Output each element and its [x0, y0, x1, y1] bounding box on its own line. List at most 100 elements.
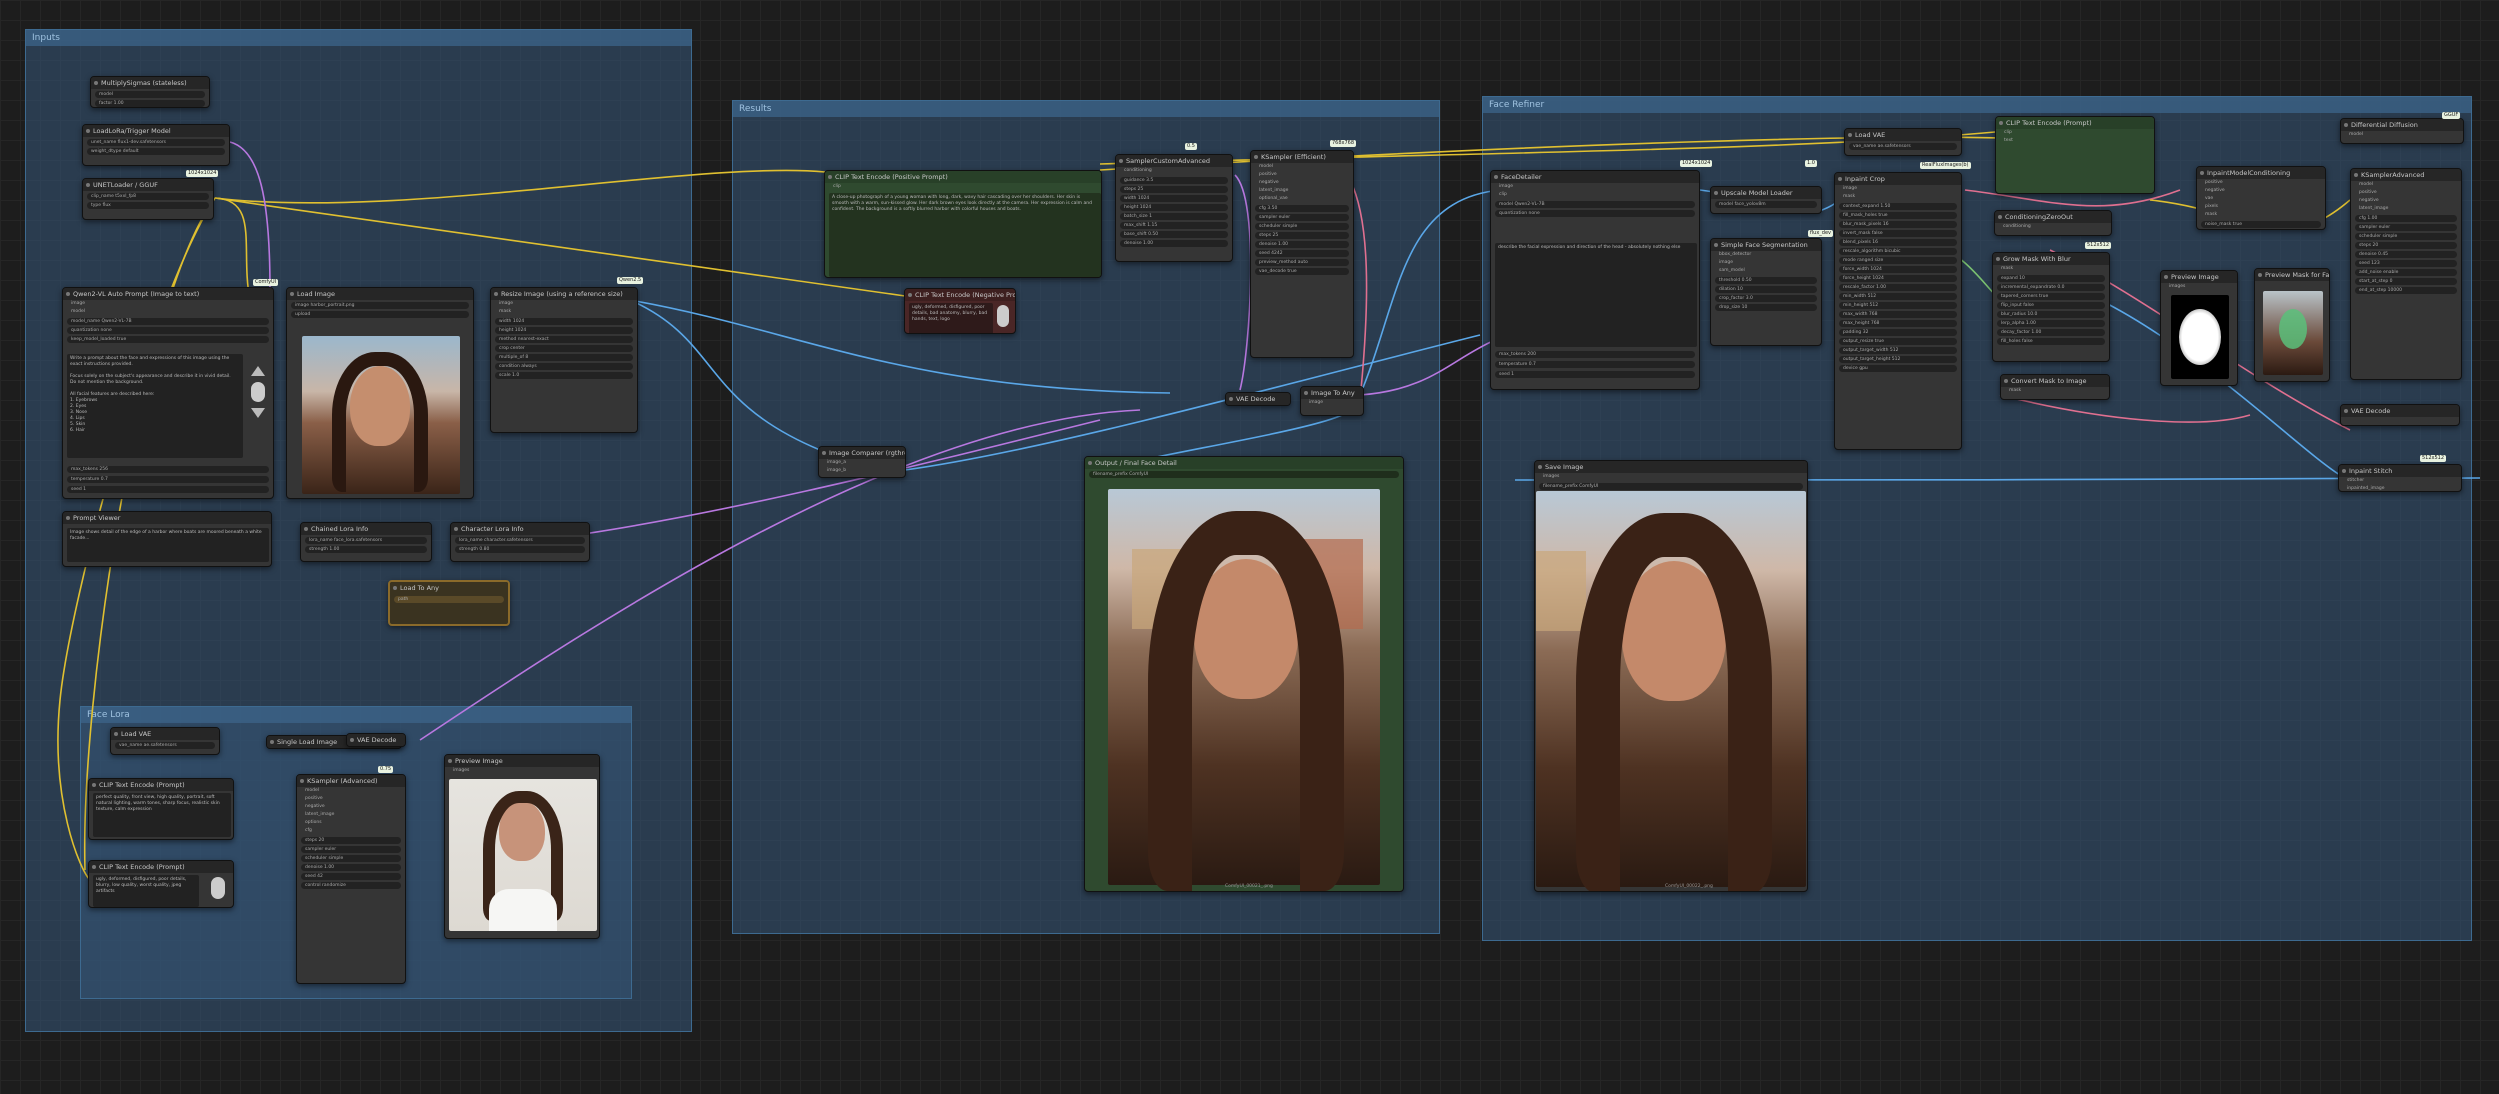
node-resize-image[interactable]: Resize Image (using a reference size) im… — [490, 287, 638, 433]
node-image-comparer[interactable]: Image Comparer (rgthree) image_a image_b — [818, 446, 906, 478]
widget[interactable]: strength 0.80 — [455, 546, 585, 553]
node-title[interactable]: MultiplySigmas (stateless) — [91, 77, 209, 89]
widget[interactable]: height 1024 — [1120, 204, 1228, 211]
widget[interactable]: device gpu — [1839, 365, 1957, 372]
widget[interactable]: base_shift 0.50 — [1120, 231, 1228, 238]
widget[interactable]: denoise 1.00 — [1120, 240, 1228, 247]
widget[interactable]: factor 1.00 — [95, 100, 205, 107]
node-title[interactable]: Chained Lora Info — [301, 523, 431, 535]
widget[interactable]: noise_mask true — [2201, 221, 2321, 228]
widget[interactable]: add_noise enable — [2355, 269, 2457, 276]
node-load-vae[interactable]: Load VAE vae_name ae.safetensors — [110, 727, 220, 755]
widget[interactable]: max_height 768 — [1839, 320, 1957, 327]
socket[interactable]: image_b — [819, 467, 905, 475]
widget[interactable]: model face_yolov8m — [1715, 201, 1817, 208]
widget[interactable]: seed 1 — [1495, 371, 1695, 378]
node-sampler-custom[interactable]: SamplerCustomAdvanced conditioning guida… — [1115, 154, 1233, 262]
node-clip-neg-small[interactable]: CLIP Text Encode (Prompt) ugly, deformed… — [88, 860, 234, 908]
node-title[interactable]: Character Lora Info — [451, 523, 589, 535]
node-title[interactable]: Resize Image (using a reference size) — [491, 288, 637, 300]
node-vae-decode[interactable]: VAE Decode — [1225, 392, 1291, 406]
socket[interactable]: positive — [1251, 171, 1353, 179]
socket[interactable]: images — [2161, 283, 2237, 291]
widget[interactable]: denoise 1.00 — [1255, 241, 1349, 248]
widget[interactable]: blend_pixels 16 — [1839, 239, 1957, 246]
node-upscale-model[interactable]: Upscale Model Loader model face_yolov8m — [1710, 186, 1822, 214]
socket[interactable]: mask — [1835, 193, 1961, 201]
widget[interactable]: scheduler simple — [2355, 233, 2457, 240]
widget[interactable]: scheduler simple — [301, 855, 401, 862]
widget[interactable]: lora_name face_lora.safetensors — [305, 537, 427, 544]
widget[interactable]: weight_dtype default — [87, 148, 225, 155]
node-inpaint-crop[interactable]: Inpaint Crop image mask context_expand 1… — [1834, 172, 1962, 450]
node-title[interactable]: Simple Face Segmentation — [1711, 239, 1821, 251]
socket[interactable]: image — [63, 300, 273, 308]
node-title[interactable]: FaceDetailer — [1491, 171, 1699, 183]
widget[interactable]: output_resize true — [1839, 338, 1957, 345]
socket[interactable]: text — [1996, 137, 2154, 145]
node-title[interactable]: CLIP Text Encode (Positive Prompt) — [825, 171, 1101, 183]
node-title[interactable]: Load To Any — [390, 582, 508, 594]
node-unet-loader[interactable]: UNETLoader / GGUF clip_name t5xxl_fp8 ty… — [82, 178, 214, 220]
widget[interactable]: method nearest-exact — [495, 336, 633, 343]
widget[interactable]: height 1024 — [495, 327, 633, 334]
node-title[interactable]: VAE Decode — [2341, 405, 2459, 417]
node-load-image[interactable]: Load Image image harbor_portrait.png upl… — [286, 287, 474, 499]
widget[interactable]: blur_mask_pixels 16 — [1839, 221, 1957, 228]
socket[interactable]: bbox_detector — [1711, 251, 1821, 259]
socket[interactable]: cfg — [297, 827, 405, 835]
widget[interactable]: steps 25 — [1255, 232, 1349, 239]
node-preview-face[interactable]: Preview Mask for Face — [2254, 268, 2330, 382]
widget[interactable]: max_width 768 — [1839, 311, 1957, 318]
node-prompt-viewer[interactable]: Prompt Viewer Image shows detail of the … — [62, 511, 272, 567]
node-title[interactable]: UNETLoader / GGUF — [83, 179, 213, 191]
node-preview-mask[interactable]: Preview Image images — [2160, 270, 2238, 386]
widget[interactable]: crop center — [495, 345, 633, 352]
widget[interactable]: output_target_width 512 — [1839, 347, 1957, 354]
socket[interactable]: optional_vae — [1251, 195, 1353, 203]
widget[interactable]: max_tokens 200 — [1495, 351, 1695, 358]
node-title[interactable]: Load VAE — [111, 728, 219, 740]
widget[interactable]: padding 32 — [1839, 329, 1957, 336]
node-title[interactable]: VAE Decode — [1226, 393, 1290, 405]
widget[interactable]: decay_factor 1.00 — [1997, 329, 2105, 336]
widget[interactable]: image harbor_portrait.png — [291, 302, 469, 309]
socket[interactable]: vae — [2197, 195, 2325, 203]
socket[interactable]: image — [1491, 183, 1699, 191]
widget[interactable]: drop_size 10 — [1715, 304, 1817, 311]
node-clip-positive[interactable]: CLIP Text Encode (Positive Prompt) clip … — [824, 170, 1102, 278]
widget[interactable]: invert_mask false — [1839, 230, 1957, 237]
socket[interactable]: options — [297, 819, 405, 827]
node-clip-face[interactable]: CLIP Text Encode (Prompt) clip text — [1995, 116, 2155, 194]
widget[interactable]: filename_prefix ComfyUI — [1539, 483, 1803, 490]
widget[interactable]: vae_name ae.safetensors — [1849, 143, 1957, 150]
widget[interactable]: quantization none — [67, 327, 269, 334]
scroll-control[interactable] — [997, 305, 1009, 327]
node-title[interactable]: Output / Final Face Detail — [1085, 457, 1403, 469]
socket[interactable]: inpainted_image — [2339, 485, 2461, 491]
node-title[interactable]: Inpaint Crop — [1835, 173, 1961, 185]
node-title[interactable]: Convert Mask to Image — [2001, 375, 2109, 387]
widget[interactable]: vae_decode true — [1255, 268, 1349, 275]
widget[interactable]: force_height 1024 — [1839, 275, 1957, 282]
widget[interactable]: batch_size 1 — [1120, 213, 1228, 220]
node-title[interactable]: InpaintModelConditioning — [2197, 167, 2325, 179]
node-title[interactable]: Load VAE — [1845, 129, 1961, 141]
node-title[interactable]: ConditioningZeroOut — [1995, 211, 2111, 223]
widget[interactable]: keep_model_loaded true — [67, 336, 269, 343]
widget[interactable]: mode ranged size — [1839, 257, 1957, 264]
node-load-vae2[interactable]: Load VAE vae_name ae.safetensors — [1844, 128, 1962, 156]
node-lora-left[interactable]: Chained Lora Info lora_name face_lora.sa… — [300, 522, 432, 562]
widget[interactable]: scheduler simple — [1255, 223, 1349, 230]
widget[interactable]: model Qwen2-VL-7B — [1495, 201, 1695, 208]
socket[interactable]: sam_model — [1711, 267, 1821, 275]
node-title[interactable]: KSamplerAdvanced — [2351, 169, 2461, 181]
node-clip-pos-small[interactable]: CLIP Text Encode (Prompt) perfect qualit… — [88, 778, 234, 840]
widget[interactable]: seed 4242 — [1255, 250, 1349, 257]
node-title[interactable]: Prompt Viewer — [63, 512, 271, 524]
node-load-to-any[interactable]: Load To Any path — [388, 580, 510, 626]
widget[interactable]: steps 20 — [2355, 242, 2457, 249]
node-ksampler-face[interactable]: KSamplerAdvanced model positive negative… — [2350, 168, 2462, 380]
node-title[interactable]: Qwen2-VL Auto Prompt (Image to text) — [63, 288, 273, 300]
widget[interactable]: blur_radius 10.0 — [1997, 311, 2105, 318]
